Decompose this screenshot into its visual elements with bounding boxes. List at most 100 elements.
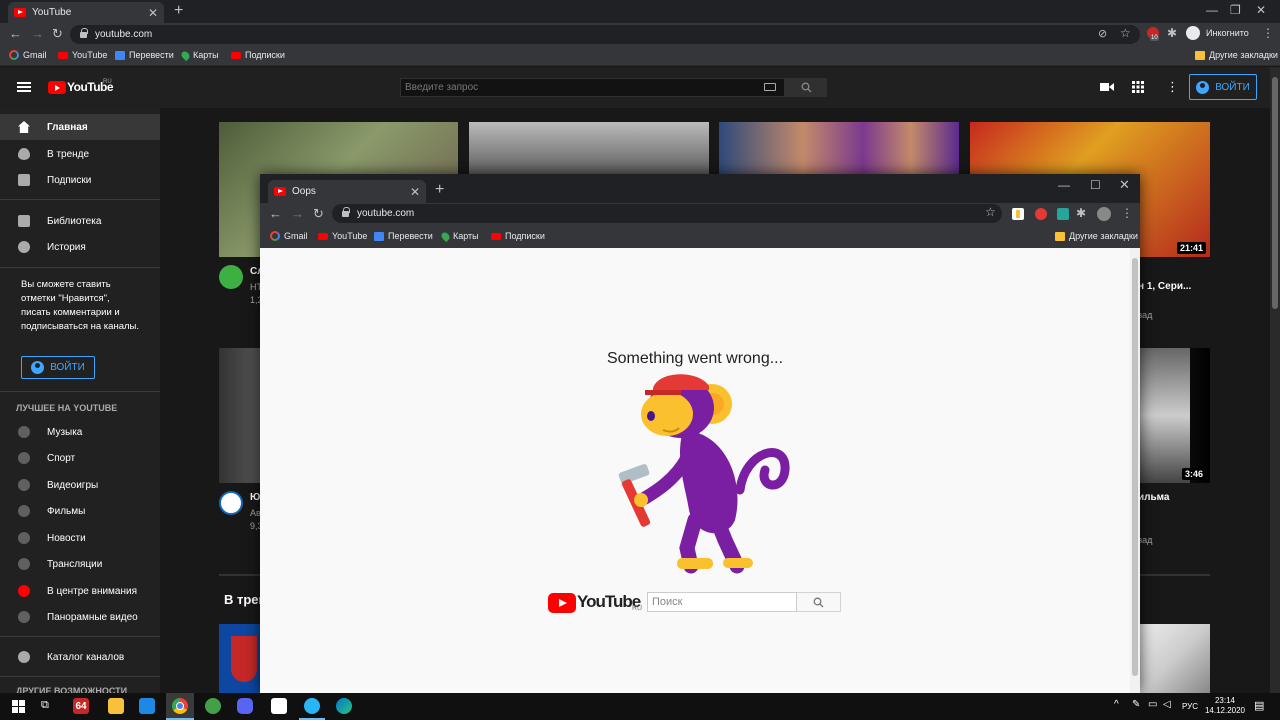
sidebar-item-home[interactable]: Главная (0, 114, 160, 140)
taskbar-chrome-button[interactable] (166, 693, 194, 720)
sidebar-item-history[interactable]: История (0, 234, 160, 260)
back-icon[interactable]: ← (9, 26, 22, 41)
bookmark-star-icon[interactable]: ☆ (985, 205, 996, 219)
bookmark-youtube[interactable]: YouTube (318, 231, 367, 241)
bookmark-maps[interactable]: Карты (179, 49, 219, 61)
sidebar-item-360-video[interactable]: Панорамные видео (0, 604, 160, 630)
extension-icon-3[interactable] (1057, 208, 1069, 220)
incognito-icon[interactable] (1186, 26, 1200, 40)
hamburger-menu-icon[interactable] (17, 82, 31, 92)
extension-icon-2[interactable] (1035, 208, 1047, 220)
inner-address-bar[interactable]: youtube.com ☆ (332, 204, 1002, 223)
sidebar-item-movies[interactable]: Фильмы (0, 498, 160, 524)
menu-dots-icon[interactable]: ⋮ (1262, 26, 1274, 40)
notifications-icon[interactable]: ▤ (1254, 699, 1264, 712)
outer-address-bar[interactable]: youtube.com ⊘ ☆ (70, 25, 1140, 44)
sidebar-item-music[interactable]: Музыка (0, 419, 160, 445)
outer-tab-youtube[interactable]: YouTube ✕ (8, 2, 164, 23)
video-thumbnail[interactable] (219, 624, 261, 693)
bookmark-translate[interactable]: Перевести (374, 231, 433, 241)
incognito-label[interactable]: Инкогнито (1206, 28, 1249, 38)
keyboard-icon[interactable] (764, 83, 776, 91)
reload-icon[interactable]: ↻ (313, 206, 324, 222)
xbox-icon[interactable] (205, 698, 221, 714)
back-icon[interactable]: ← (269, 206, 282, 221)
sidebar-item-library[interactable]: Библиотека (0, 208, 160, 234)
system-clock[interactable]: 23:14 14.12.2020 (1203, 696, 1247, 716)
file-explorer-icon[interactable] (108, 698, 124, 714)
discord-icon[interactable] (237, 698, 253, 714)
error-search-input[interactable]: Поиск (647, 592, 797, 612)
restore-icon[interactable]: ❐ (1230, 3, 1241, 17)
close-tab-icon[interactable]: ✕ (148, 6, 158, 20)
bookmark-subscriptions[interactable]: Подписки (231, 50, 285, 60)
language-indicator[interactable]: РУС (1182, 702, 1198, 711)
windows-start-icon[interactable] (12, 700, 25, 713)
tray-chevron-icon[interactable]: ^ (1114, 699, 1119, 710)
sidebar-item-channel-catalog[interactable]: Каталог каналов (0, 644, 160, 670)
settings-dots-icon[interactable]: ⋮ (1166, 79, 1179, 95)
sidebar-item-news[interactable]: Новости (0, 525, 160, 551)
task-view-icon[interactable]: ⧉ (41, 699, 49, 712)
sidebar-item-spotlight[interactable]: В центре внимания (0, 578, 160, 604)
bookmark-youtube[interactable]: YouTube (58, 50, 107, 60)
store-icon[interactable] (271, 698, 287, 714)
header-signin-button[interactable]: ВОЙТИ (1189, 74, 1257, 100)
page-scrollbar[interactable] (1270, 67, 1280, 693)
error-search-button[interactable] (797, 592, 841, 612)
extensions-puzzle-icon[interactable]: ✱ (1076, 206, 1086, 220)
video-title[interactable]: ильма (1138, 492, 1169, 503)
youtube-logo-text[interactable]: YouTube (577, 592, 641, 612)
channel-avatar[interactable] (219, 265, 243, 289)
bookmark-translate[interactable]: Перевести (115, 50, 174, 60)
sidebar-item-gaming[interactable]: Видеоигры (0, 472, 160, 498)
channel-avatar[interactable] (219, 491, 243, 515)
other-bookmarks[interactable]: Другие закладки (1195, 50, 1278, 60)
video-thumbnail[interactable] (1138, 624, 1210, 693)
bookmark-subscriptions[interactable]: Подписки (491, 231, 545, 241)
video-title[interactable]: н 1, Сери... (1138, 281, 1191, 292)
youtube-search-input[interactable]: Введите запрос (400, 78, 785, 97)
maximize-icon[interactable]: ☐ (1090, 178, 1101, 192)
inner-tab-oops[interactable]: Oops ✕ (268, 180, 426, 203)
new-tab-button[interactable]: + (174, 2, 183, 20)
video-title[interactable]: Ю (250, 492, 260, 503)
bookmark-star-icon[interactable]: ☆ (1120, 26, 1131, 40)
sidebar-item-subscriptions[interactable]: Подписки (0, 167, 160, 193)
inner-scrollbar[interactable] (1130, 248, 1140, 693)
create-video-icon[interactable] (1100, 82, 1114, 92)
minimize-icon[interactable]: — (1206, 3, 1218, 17)
sidebar-item-live[interactable]: Трансляции (0, 551, 160, 577)
minimize-icon[interactable]: — (1058, 178, 1070, 192)
reload-icon[interactable]: ↻ (52, 26, 63, 42)
forward-icon[interactable]: → (31, 26, 44, 41)
aida64-app-icon[interactable]: 64 (73, 698, 89, 714)
sidebar-item-trending[interactable]: В тренде (0, 141, 160, 167)
tray-pen-icon[interactable]: ✎ (1132, 699, 1140, 710)
mail-icon[interactable] (139, 698, 155, 714)
youtube-search-button[interactable] (785, 78, 827, 97)
bookmark-gmail[interactable]: Gmail (270, 231, 308, 241)
new-tab-button[interactable]: + (435, 181, 444, 199)
extensions-puzzle-icon[interactable]: ✱ (1167, 26, 1177, 40)
edge-icon[interactable] (336, 698, 352, 714)
apps-grid-icon[interactable] (1132, 81, 1144, 93)
profile-avatar-icon[interactable] (1097, 207, 1111, 221)
close-window-icon[interactable]: ✕ (1256, 3, 1266, 17)
youtube-logo-icon[interactable] (48, 81, 66, 94)
sidebar-signin-button[interactable]: ВОЙТИ (21, 356, 95, 379)
volume-icon[interactable]: ◁ (1163, 699, 1171, 710)
network-icon[interactable]: ▭ (1148, 699, 1157, 710)
extension-icon-1[interactable] (1012, 208, 1024, 220)
taskbar-telegram-button[interactable] (299, 693, 325, 720)
close-window-icon[interactable]: ✕ (1119, 177, 1130, 193)
forward-icon[interactable]: → (291, 206, 304, 221)
menu-dots-icon[interactable]: ⋮ (1121, 206, 1133, 220)
sidebar-item-sports[interactable]: Спорт (0, 445, 160, 471)
close-tab-icon[interactable]: ✕ (410, 185, 420, 199)
youtube-logo-icon[interactable] (548, 593, 576, 613)
eye-off-icon[interactable]: ⊘ (1098, 27, 1107, 40)
other-bookmarks[interactable]: Другие закладки (1055, 231, 1138, 241)
bookmark-gmail[interactable]: Gmail (9, 50, 47, 60)
bookmark-maps[interactable]: Карты (439, 230, 479, 242)
